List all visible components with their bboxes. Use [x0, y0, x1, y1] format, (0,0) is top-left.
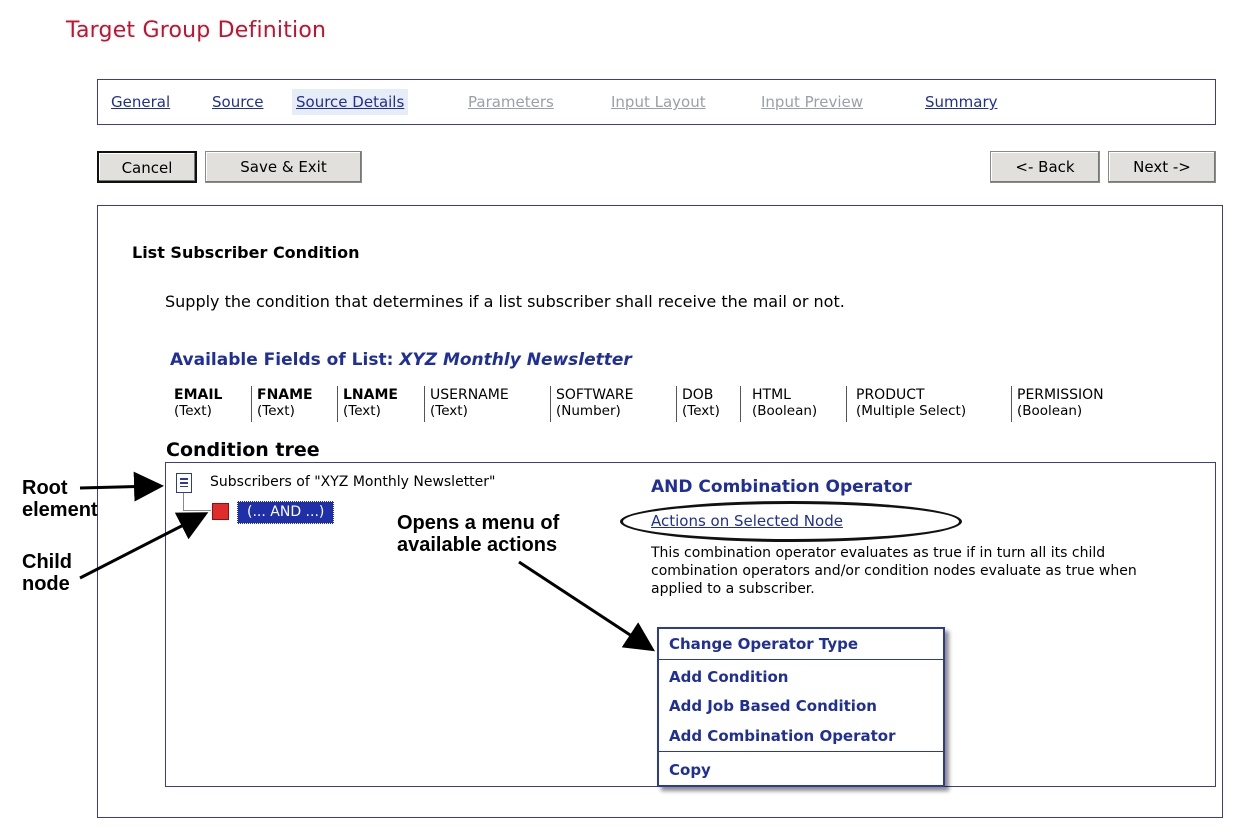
arrow-to-root — [79, 471, 164, 502]
arrow-to-child — [79, 512, 209, 580]
annotation-arrows — [79, 471, 656, 652]
arrow-to-menu — [518, 560, 656, 652]
